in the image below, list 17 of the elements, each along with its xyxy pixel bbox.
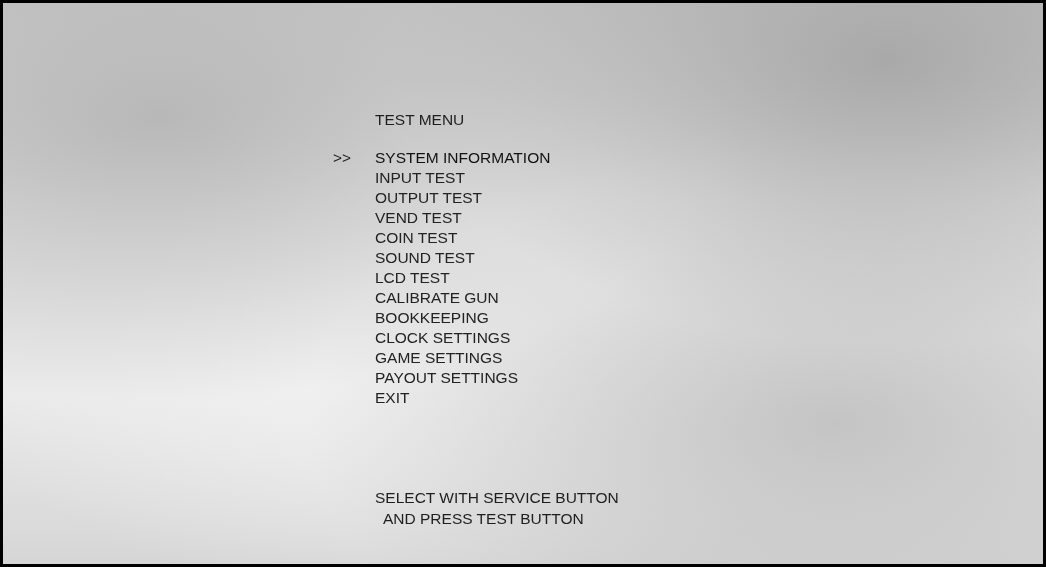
menu-item[interactable]: EXIT [375,388,410,408]
menu-item[interactable]: LCD TEST [375,268,450,288]
menu-item[interactable]: SYSTEM INFORMATION [375,148,551,168]
menu-item[interactable]: PAYOUT SETTINGS [375,368,518,388]
menu-item[interactable]: BOOKKEEPING [375,308,489,328]
instruction-text: SELECT WITH SERVICE BUTTON [375,488,619,508]
menu-item[interactable]: COIN TEST [375,228,458,248]
selection-cursor: >> [333,149,352,166]
menu-item[interactable]: OUTPUT TEST [375,188,483,208]
menu-title: TEST MENU [375,110,466,130]
menu-item[interactable]: INPUT TEST [375,168,465,188]
menu-item[interactable]: GAME SETTINGS [375,348,503,368]
menu-item[interactable]: SOUND TEST [375,248,475,268]
menu-item[interactable]: CALIBRATE GUN [375,288,499,308]
menu-item[interactable]: VEND TEST [375,208,462,228]
menu-item[interactable]: CLOCK SETTINGS [375,328,511,348]
instruction-text: AND PRESS TEST BUTTON [383,509,584,529]
